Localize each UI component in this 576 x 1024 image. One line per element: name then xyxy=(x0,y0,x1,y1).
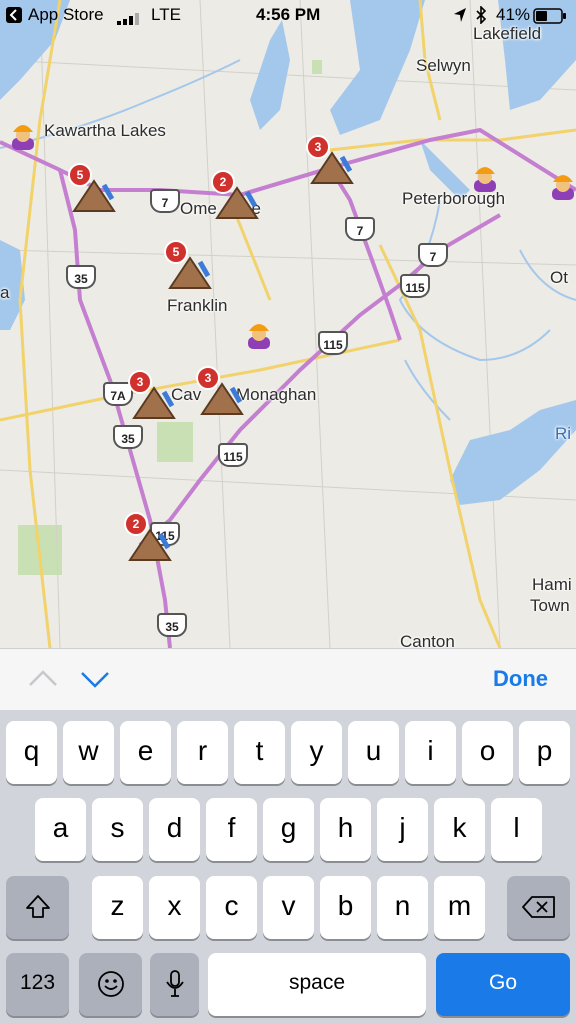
place-label: Ri xyxy=(555,424,572,443)
numbers-key[interactable]: 123 xyxy=(6,953,69,1016)
key-g[interactable]: g xyxy=(263,798,314,861)
marker-count-badge: 2 xyxy=(211,170,235,194)
key-a[interactable]: a xyxy=(35,798,86,861)
key-h[interactable]: h xyxy=(320,798,371,861)
battery-percent: 41% xyxy=(496,5,531,24)
status-bar: App Store LTE 4:56 PM 41% xyxy=(0,0,576,32)
key-c[interactable]: c xyxy=(206,876,257,939)
key-o[interactable]: o xyxy=(462,721,513,784)
highway-shield: 35 xyxy=(157,613,187,637)
go-key[interactable]: Go xyxy=(436,953,570,1016)
key-w[interactable]: w xyxy=(63,721,114,784)
key-b[interactable]: b xyxy=(320,876,371,939)
worker-marker[interactable] xyxy=(244,317,274,351)
marker-count-badge: 5 xyxy=(68,163,92,187)
place-label: Ome xyxy=(180,199,217,218)
highway-shield: 7 xyxy=(418,243,448,267)
key-l[interactable]: l xyxy=(491,798,542,861)
hill-marker[interactable]: 5 xyxy=(164,240,214,290)
key-d[interactable]: d xyxy=(149,798,200,861)
microphone-icon xyxy=(165,970,184,997)
key-n[interactable]: n xyxy=(377,876,428,939)
highway-shield: 7 xyxy=(345,217,375,241)
key-e[interactable]: e xyxy=(120,721,171,784)
shift-arrow-icon xyxy=(25,895,50,918)
hill-marker[interactable]: 3 xyxy=(128,370,178,420)
key-z[interactable]: z xyxy=(92,876,143,939)
place-label: Selwyn xyxy=(416,56,471,75)
highway-shield: 7 xyxy=(150,189,180,213)
key-f[interactable]: f xyxy=(206,798,257,861)
signal-icon xyxy=(117,10,141,30)
hill-marker[interactable]: 2 xyxy=(211,170,261,220)
highway-shield: 115 xyxy=(218,443,248,467)
place-label: Town xyxy=(530,596,570,615)
emoji-key[interactable] xyxy=(79,953,142,1016)
highway-shield: 115 xyxy=(318,331,348,355)
hill-marker[interactable]: 3 xyxy=(196,366,246,416)
keyboard-accessory-bar: Done xyxy=(0,648,576,710)
space-key[interactable]: space xyxy=(208,953,426,1016)
emoji-icon xyxy=(97,971,124,997)
keyboard: q w e r t y u i o p a s d f g h j k l z … xyxy=(0,710,576,1024)
place-label: Ot xyxy=(550,268,568,287)
hill-marker[interactable]: 5 xyxy=(68,163,118,213)
key-j[interactable]: j xyxy=(377,798,428,861)
construction-worker-icon xyxy=(474,167,496,192)
place-label: a xyxy=(0,283,10,302)
done-button[interactable]: Done xyxy=(493,666,548,692)
battery-icon xyxy=(533,8,567,29)
dictation-key[interactable] xyxy=(150,953,199,1016)
marker-count-badge: 3 xyxy=(196,366,220,390)
map-canvas xyxy=(0,0,576,648)
highway-shield: 35 xyxy=(66,265,96,289)
construction-worker-icon xyxy=(12,125,34,150)
marker-count-badge: 3 xyxy=(306,135,330,159)
hill-marker[interactable]: 2 xyxy=(124,512,174,562)
key-y[interactable]: y xyxy=(291,721,342,784)
highway-shield: 35 xyxy=(113,425,143,449)
key-m[interactable]: m xyxy=(434,876,485,939)
hill-marker[interactable]: 3 xyxy=(306,135,356,185)
marker-count-badge: 2 xyxy=(124,512,148,536)
map-view[interactable]: Lakefield Selwyn Kawartha Lakes Peterbor… xyxy=(0,0,576,648)
location-arrow-icon xyxy=(453,7,467,28)
key-p[interactable]: p xyxy=(519,721,570,784)
key-i[interactable]: i xyxy=(405,721,456,784)
back-arrow-icon[interactable] xyxy=(6,7,22,23)
carrier-label: LTE xyxy=(151,5,181,24)
backspace-icon xyxy=(521,896,555,918)
construction-worker-icon xyxy=(248,324,270,349)
key-q[interactable]: q xyxy=(6,721,57,784)
status-time: 4:56 PM xyxy=(256,5,321,24)
worker-marker[interactable] xyxy=(470,160,500,194)
key-v[interactable]: v xyxy=(263,876,314,939)
key-x[interactable]: x xyxy=(149,876,200,939)
shift-key[interactable] xyxy=(6,876,69,939)
key-k[interactable]: k xyxy=(434,798,485,861)
place-label: Franklin xyxy=(167,296,228,315)
place-label: Canton xyxy=(400,632,455,648)
key-u[interactable]: u xyxy=(348,721,399,784)
bluetooth-icon xyxy=(475,5,487,29)
highway-shield: 115 xyxy=(400,274,430,298)
worker-marker[interactable] xyxy=(8,118,38,152)
place-label: Kawartha Lakes xyxy=(44,121,166,140)
back-to-app-link[interactable]: App Store xyxy=(28,5,104,25)
marker-count-badge: 5 xyxy=(164,240,188,264)
construction-worker-icon xyxy=(552,175,574,200)
key-r[interactable]: r xyxy=(177,721,228,784)
key-t[interactable]: t xyxy=(234,721,285,784)
place-label: Monaghan xyxy=(236,385,317,404)
chevron-down-icon[interactable] xyxy=(80,671,110,694)
marker-count-badge: 3 xyxy=(128,370,152,394)
key-s[interactable]: s xyxy=(92,798,143,861)
chevron-up-icon[interactable] xyxy=(28,669,58,692)
worker-marker[interactable] xyxy=(548,168,576,202)
place-label: Hami xyxy=(532,575,572,594)
delete-key[interactable] xyxy=(507,876,570,939)
